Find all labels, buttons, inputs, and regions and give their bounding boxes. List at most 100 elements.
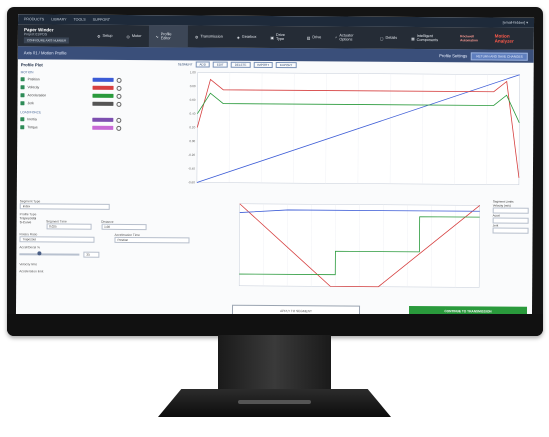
delete-button[interactable]: DELETE [230, 61, 251, 68]
row-label: Velocity [27, 85, 40, 90]
slider-knob[interactable] [37, 251, 42, 256]
y-tick-label: 0.40 [190, 112, 196, 116]
profile-chart-svg[interactable]: 1.00 0.80 0.60 0.40 0.20 0.00 -0.20 -0.40 -0.60 [169, 68, 530, 191]
plot-icon[interactable] [116, 117, 122, 123]
profile-type-options: Trapezoidal S-Curve [20, 216, 37, 229]
acceleration-limit-label: Acceleration limit [19, 268, 44, 273]
rotary-select[interactable]: Trapezoid [19, 236, 95, 243]
accel-slider[interactable] [19, 251, 80, 256]
main-content: Profile Plot MOTION Position Velocity Ac… [16, 59, 534, 322]
link-support[interactable]: SUPPORT [93, 18, 110, 22]
profile-icon: ∿ [155, 34, 159, 39]
y-tick-label: 0.00 [189, 139, 195, 143]
nav-drive[interactable]: ▤ Drive [300, 26, 329, 48]
color-swatch[interactable] [92, 117, 114, 122]
checkbox[interactable] [20, 77, 25, 82]
nav-label: Actuator Options [339, 33, 354, 42]
plot-icon[interactable] [116, 101, 122, 107]
doc-icon: ▢ [379, 36, 384, 41]
project-info: Paper Winder Project 01/PDS CONFIGURE AX… [23, 27, 90, 44]
y-tick-label: -0.20 [188, 153, 195, 157]
chip-icon: ▦ [411, 36, 415, 41]
nav-profile-editor[interactable]: ∿ Profile Editor [148, 25, 189, 48]
configure-axis-button[interactable]: CONFIGURE AXIS NUMBER [23, 37, 70, 44]
color-swatch[interactable] [92, 93, 114, 98]
profile-plot-panel: Profile Plot MOTION Position Velocity Ac… [20, 62, 170, 132]
edit-button[interactable]: EDIT [212, 61, 228, 68]
gears-icon: ⚙ [195, 34, 199, 39]
limit-input[interactable] [492, 227, 529, 234]
nav-label: Intelligent Components [416, 33, 439, 43]
checkbox[interactable] [20, 117, 25, 122]
gearbox-icon: ◈ [236, 35, 240, 40]
account-menu[interactable]: [email-hidden] ▾ [503, 21, 528, 25]
stand-slot [238, 400, 311, 404]
y-tick-label: -0.60 [188, 180, 195, 184]
drive-icon: ▣ [270, 35, 274, 40]
distance-group: Distance 1.00 [101, 217, 147, 231]
nav-motor[interactable]: ◎ Motor [119, 25, 148, 47]
checkbox[interactable] [20, 125, 25, 130]
y-tick-label: 0.20 [189, 125, 195, 129]
plot-icon[interactable] [116, 77, 122, 83]
motor-icon: ◎ [126, 34, 130, 39]
color-swatch[interactable] [92, 77, 114, 82]
nav-label: Motor [131, 33, 142, 39]
toolbar-segment-label: SEGMENT [177, 62, 193, 67]
row-label: Inertia [27, 117, 37, 122]
nav-label: Transmission [200, 34, 223, 39]
checkbox[interactable] [20, 93, 25, 98]
nav-label: Setup [102, 33, 113, 38]
segment-chart-svg[interactable] [217, 198, 490, 300]
color-swatch[interactable] [92, 101, 114, 106]
monitor-stand-neck [218, 335, 331, 393]
nav-actuator-options[interactable]: ⌕ Actuator Options [328, 26, 373, 48]
color-swatch[interactable] [92, 125, 114, 130]
import-button[interactable]: IMPORT [253, 61, 274, 68]
motion-profile-chart: SEGMENT ADD EDIT DELETE IMPORT EXPORT 1.… [169, 60, 530, 193]
nav-details[interactable]: ▢ Details [373, 27, 404, 49]
link-products[interactable]: PRODUCTS [24, 17, 44, 21]
nav-label: Profile Editor [160, 32, 172, 41]
add-button[interactable]: ADD [195, 61, 210, 68]
plot-icon[interactable] [116, 93, 122, 99]
nav-intelligent-components[interactable]: ▦ Intelligent Components [404, 27, 460, 49]
color-swatch[interactable] [92, 85, 114, 90]
segment-editor: Segment Type Index Profile Type Trapezoi… [19, 196, 530, 318]
export-button[interactable]: EXPORT [276, 62, 297, 69]
plot-icon[interactable] [116, 125, 122, 131]
segment-type-select[interactable]: Index [19, 203, 110, 210]
list-item[interactable]: Torque [20, 123, 170, 132]
nav-drive-type[interactable]: ▣ Drive Type [263, 26, 300, 48]
nav-label: Drive Type [275, 33, 285, 42]
plot-icon[interactable] [116, 85, 122, 91]
breadcrumb: Axis 01 / Motion Profile [23, 50, 67, 56]
monitor-chin [7, 314, 543, 336]
checkbox[interactable] [20, 85, 25, 90]
y-tick-label: 0.60 [190, 98, 196, 102]
nav-label: Gearbox [241, 34, 257, 39]
nav-transmission[interactable]: ⚙ Transmission [188, 25, 230, 47]
radio-s-curve[interactable]: S-Curve [20, 220, 37, 224]
nav-setup[interactable]: ⚙ Setup [90, 25, 119, 47]
profile-status: Profile Settings [439, 53, 468, 59]
return-save-button[interactable]: RETURN AND SAVE CHANGES [471, 51, 528, 61]
nav-gearbox[interactable]: ◈ Gearbox [230, 26, 264, 48]
link-tools[interactable]: TOOLS [74, 18, 86, 22]
app-screen: PRODUCTS LIBRARY TOOLS SUPPORT [email-hi… [15, 14, 535, 322]
monitor-bezel: PRODUCTS LIBRARY TOOLS SUPPORT [email-hi… [7, 7, 543, 336]
segment-form: Segment Type Index Profile Type Trapezoi… [19, 196, 210, 274]
checkbox[interactable] [20, 101, 25, 106]
segment-limits-panel: Segment Limits Velocity (m/s) Accel Jerk [492, 200, 529, 234]
brand-company: Rockwell Automation [460, 34, 478, 43]
link-library[interactable]: LIBRARY [51, 17, 66, 21]
row-label: Position [27, 77, 40, 82]
y-tick-label: -0.40 [188, 167, 195, 171]
accel-time-select[interactable]: Position [114, 236, 190, 244]
accel-time-group: Acceleration Time Position [114, 230, 190, 244]
row-label: Jerk [27, 101, 34, 106]
list-item[interactable]: Jerk [20, 99, 170, 108]
slider-value[interactable]: 33 [83, 251, 100, 258]
